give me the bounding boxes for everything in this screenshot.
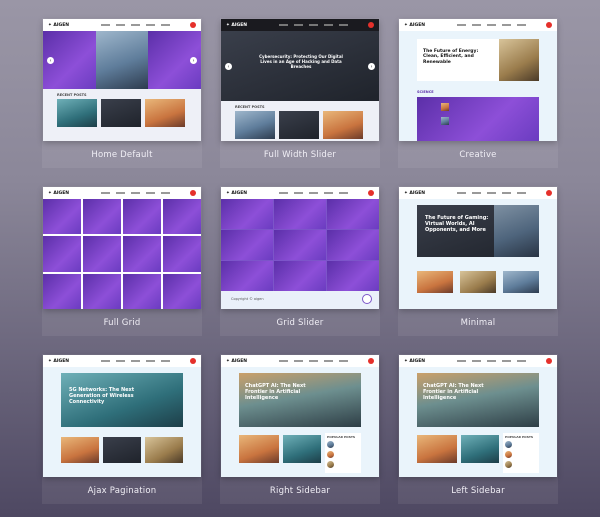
mini-header: ✦ AIGEN xyxy=(399,187,557,199)
mini-logo: ✦ AIGEN xyxy=(48,22,70,28)
mini-header: ✦ AIGEN xyxy=(43,19,201,31)
demo-label: Home Default xyxy=(91,149,153,160)
hero-title: 5G Networks: The Next Generation of Wire… xyxy=(69,387,135,405)
mini-search-icon xyxy=(546,22,552,28)
demo-screenshot: ✦ AIGEN xyxy=(43,187,201,309)
demo-label: Minimal xyxy=(460,317,496,328)
mini-search-icon xyxy=(546,358,552,364)
section-title: SCIENCE xyxy=(417,90,434,94)
demo-screenshot: ✦ AIGEN 5G Networks: The Next Generation… xyxy=(43,355,201,477)
mini-logo: ✦ AIGEN xyxy=(404,22,426,28)
mini-search-icon xyxy=(190,190,196,196)
sidebar-title: POPULAR POSTS xyxy=(327,435,356,439)
demo-screenshot: ✦ AIGEN ChatGPT AI: The Next Frontier in… xyxy=(399,355,557,477)
mini-logo: ✦ AIGEN xyxy=(226,190,248,196)
demo-label: Full Grid xyxy=(103,317,141,328)
mini-logo: ✦ AIGEN xyxy=(48,190,70,196)
mini-logo: ✦ AIGEN xyxy=(226,358,248,364)
demo-screenshot: ✦ AIGEN Cybersecurity: Protecting Our Di… xyxy=(221,19,379,141)
mini-search-icon xyxy=(368,22,374,28)
hero-title: ChatGPT AI: The Next Frontier in Artific… xyxy=(245,383,306,401)
demo-label: Ajax Pagination xyxy=(87,485,157,496)
hero-title: ChatGPT AI: The Next Frontier in Artific… xyxy=(423,383,484,401)
hero-title: The Future of Gaming: Virtual Worlds, AI… xyxy=(425,215,489,233)
demo-card-full-width-slider[interactable]: ✦ AIGEN Cybersecurity: Protecting Our Di… xyxy=(220,18,380,168)
demo-screenshot: ✦ AIGEN The Future of Gaming: Virtual Wo… xyxy=(399,187,557,309)
sidebar-title: POPULAR POSTS xyxy=(505,435,534,439)
demo-card-left-sidebar[interactable]: ✦ AIGEN ChatGPT AI: The Next Frontier in… xyxy=(398,354,558,504)
mini-logo: ✦ AIGEN xyxy=(48,358,70,364)
mini-search-icon xyxy=(190,22,196,28)
mini-search-icon xyxy=(190,358,196,364)
hero-title: The Future of Energy: Clean, Efficient, … xyxy=(423,49,479,65)
mini-header: ✦ AIGEN xyxy=(43,355,201,367)
prev-arrow-icon: ‹ xyxy=(47,57,54,64)
mini-logo: ✦ AIGEN xyxy=(226,22,248,28)
demo-label: Left Sidebar xyxy=(451,485,505,496)
mini-header: ✦ AIGEN xyxy=(221,355,379,367)
demo-card-grid-slider[interactable]: ✦ AIGEN Copyright © aigen Grid Slider xyxy=(220,186,380,336)
demo-card-creative[interactable]: ✦ AIGEN The Future of Energy: Clean, Eff… xyxy=(398,18,558,168)
demo-card-home-default[interactable]: ✦ AIGEN ‹ › RECENT POSTS Home Default xyxy=(42,18,202,168)
mini-header: ✦ AIGEN xyxy=(399,19,557,31)
demo-card-full-grid[interactable]: ✦ AIGEN Full Grid xyxy=(42,186,202,336)
demo-label: Grid Slider xyxy=(276,317,324,328)
hero-title: Cybersecurity: Protecting Our Digital Li… xyxy=(259,54,343,69)
mini-search-icon xyxy=(368,358,374,364)
mini-header: ✦ AIGEN xyxy=(221,187,379,199)
footer-copyright: Copyright © aigen xyxy=(231,297,264,301)
next-arrow-icon: › xyxy=(368,63,375,70)
mini-header: ✦ AIGEN xyxy=(221,19,379,31)
demo-screenshot: ✦ AIGEN ChatGPT AI: The Next Frontier in… xyxy=(221,355,379,477)
section-title: RECENT POSTS xyxy=(57,93,87,97)
demo-card-minimal[interactable]: ✦ AIGEN The Future of Gaming: Virtual Wo… xyxy=(398,186,558,336)
demo-screenshot: ✦ AIGEN ‹ › RECENT POSTS xyxy=(43,19,201,141)
demo-card-ajax-pagination[interactable]: ✦ AIGEN 5G Networks: The Next Generation… xyxy=(42,354,202,504)
mini-search-icon xyxy=(368,190,374,196)
mini-logo: ✦ AIGEN xyxy=(404,358,426,364)
section-title: RECENT POSTS xyxy=(235,105,265,109)
demo-screenshot: ✦ AIGEN Copyright © aigen xyxy=(221,187,379,309)
demo-label: Full Width Slider xyxy=(263,149,337,160)
mini-header: ✦ AIGEN xyxy=(43,187,201,199)
mini-header: ✦ AIGEN xyxy=(399,355,557,367)
demo-label: Creative xyxy=(459,149,497,160)
prev-arrow-icon: ‹ xyxy=(225,63,232,70)
mini-search-icon xyxy=(546,190,552,196)
demo-screenshot: ✦ AIGEN The Future of Energy: Clean, Eff… xyxy=(399,19,557,141)
demo-grid: ✦ AIGEN ‹ › RECENT POSTS Home Default ✦ … xyxy=(42,18,558,504)
mini-logo: ✦ AIGEN xyxy=(404,190,426,196)
demo-label: Right Sidebar xyxy=(269,485,331,496)
demo-card-right-sidebar[interactable]: ✦ AIGEN ChatGPT AI: The Next Frontier in… xyxy=(220,354,380,504)
next-arrow-icon: › xyxy=(190,57,197,64)
